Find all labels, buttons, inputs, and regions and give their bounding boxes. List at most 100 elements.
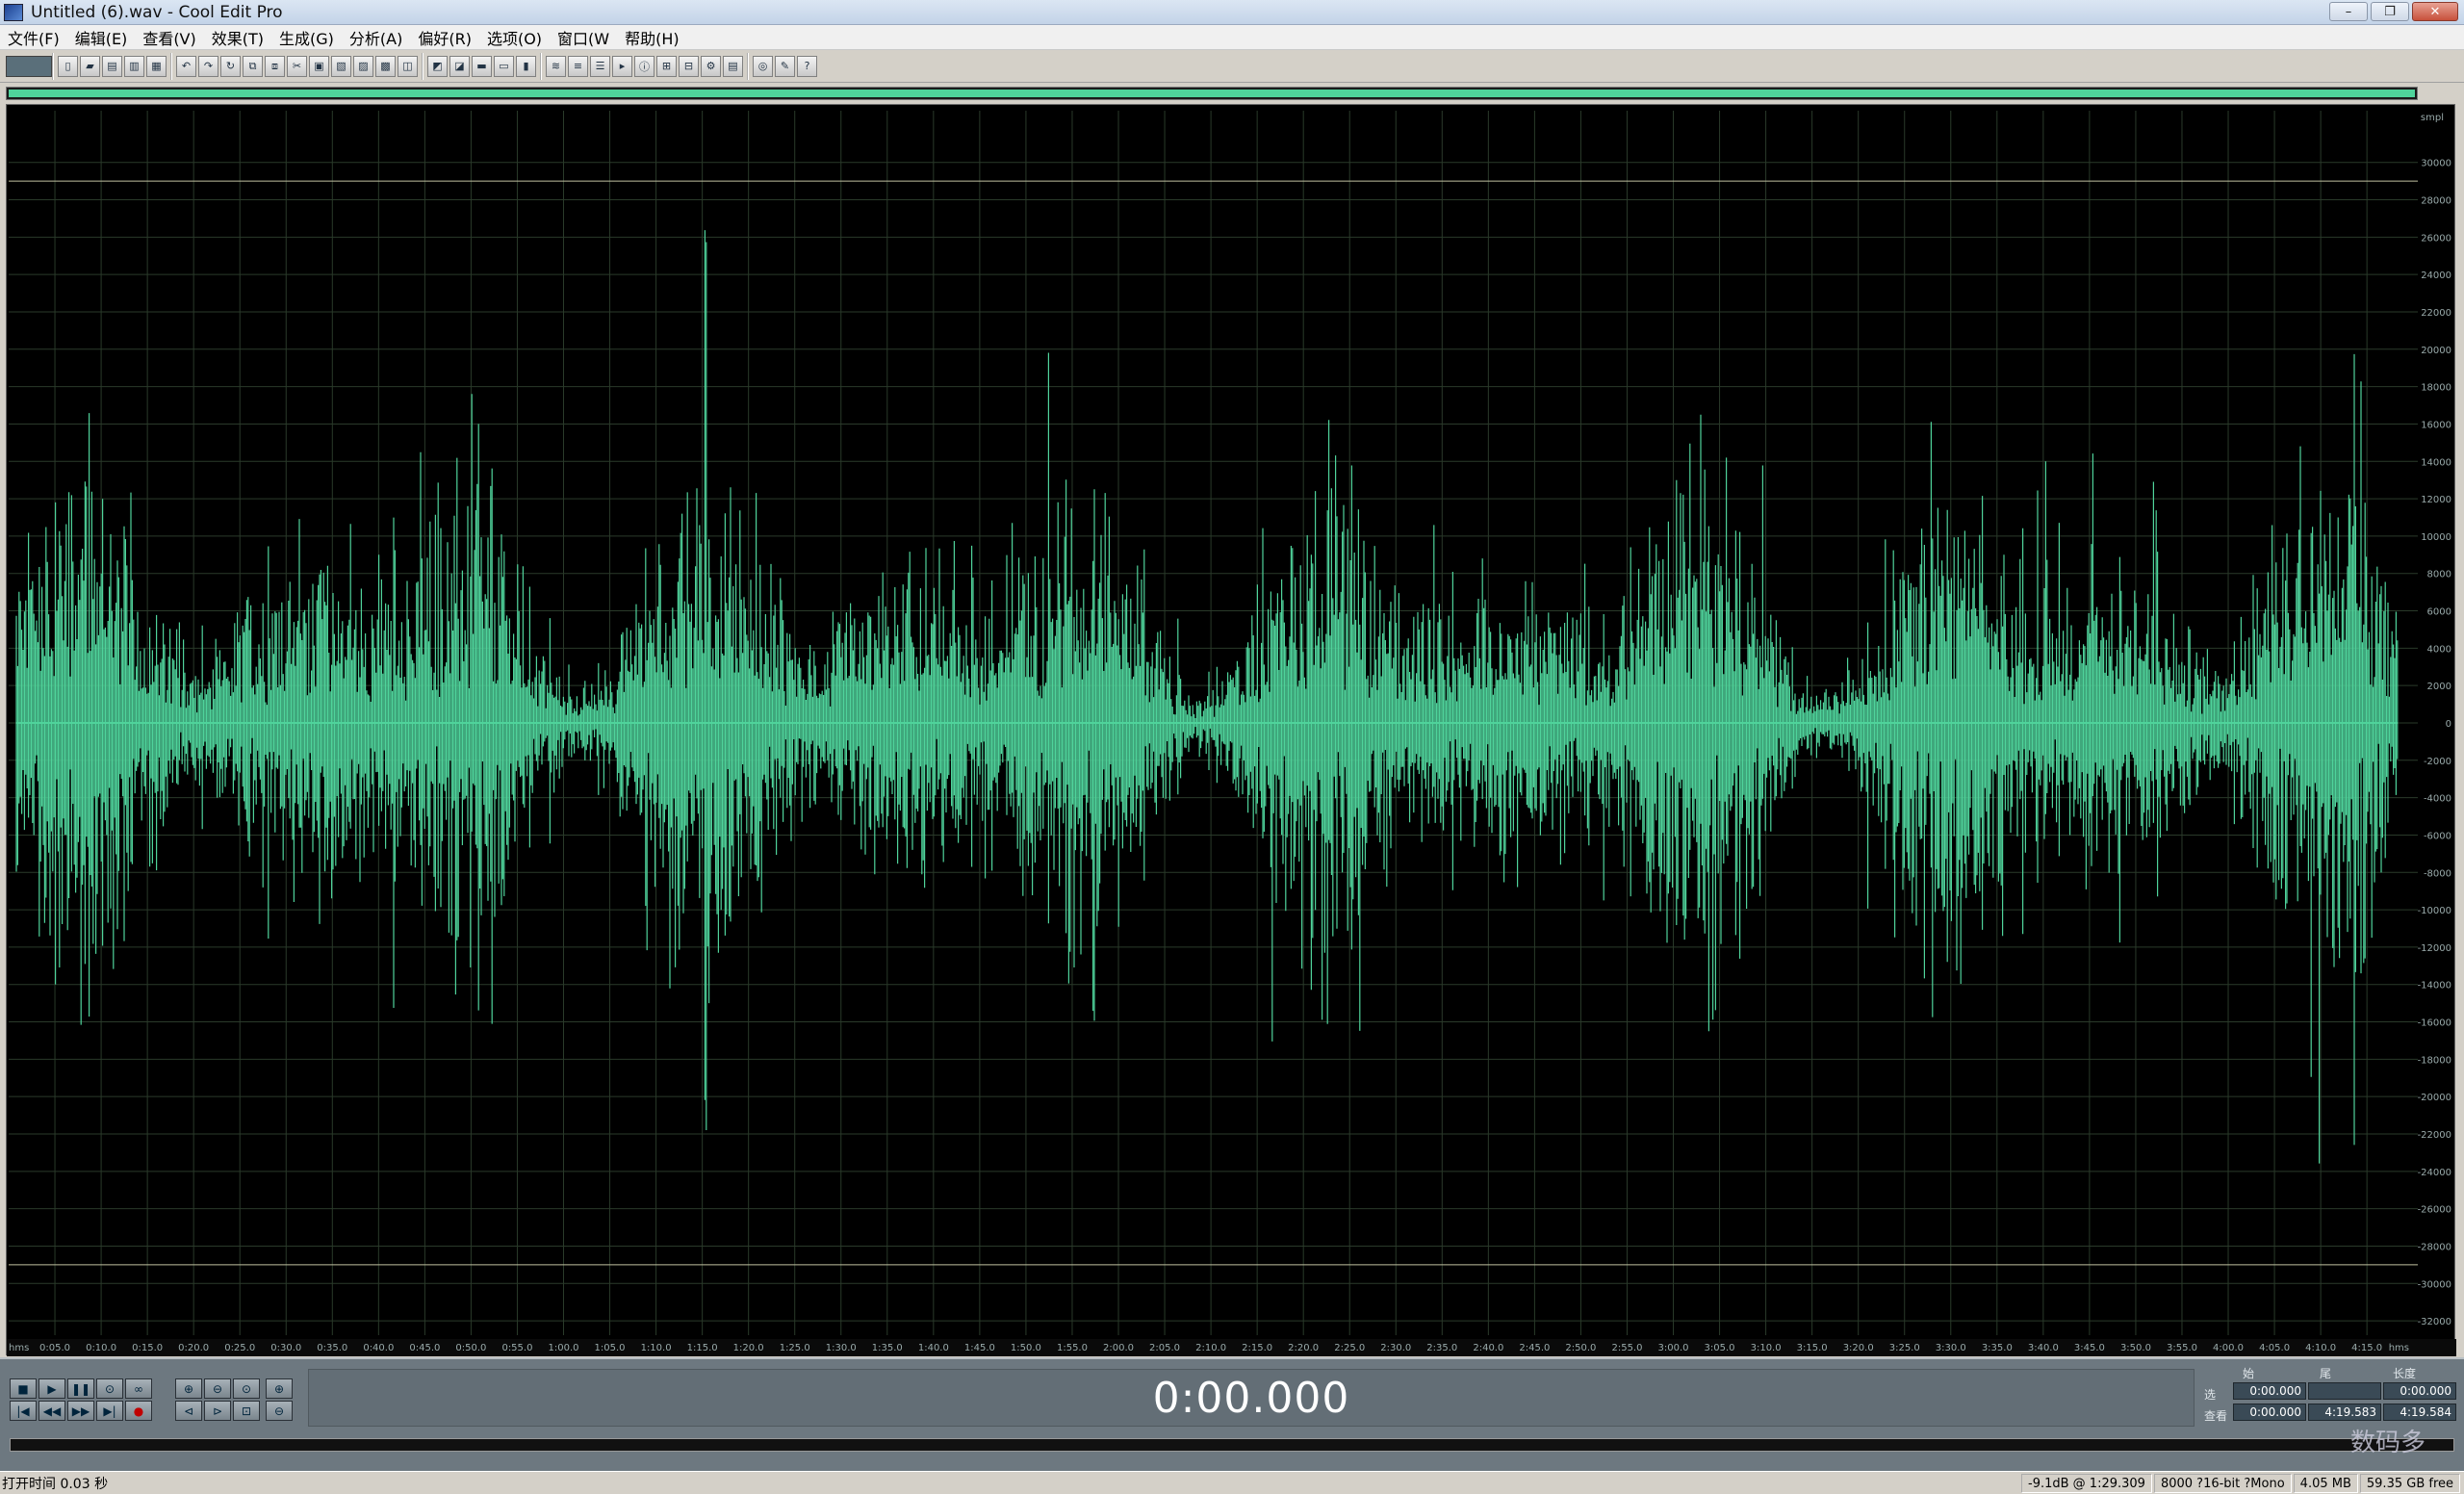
record-button[interactable]: ● — [125, 1401, 152, 1421]
rewind-button[interactable]: ◀◀ — [38, 1401, 65, 1421]
amplitude-tick-label: 18000 — [2421, 383, 2451, 394]
fade-icon[interactable]: ◪ — [449, 55, 470, 77]
vertical-zoom-in-icon[interactable]: ⊕ — [266, 1378, 293, 1399]
time-tick-label: 3:20.0 — [1843, 1343, 1874, 1353]
fast-forward-button[interactable]: ▶▶ — [67, 1401, 94, 1421]
open-file-icon[interactable]: ▰ — [80, 55, 100, 77]
time-tick-label: 4:15.0 — [2351, 1343, 2382, 1353]
selection-end-field[interactable] — [2308, 1382, 2381, 1400]
normalize-icon[interactable]: ▬ — [472, 55, 492, 77]
overview-range[interactable] — [9, 90, 2415, 97]
play-button[interactable]: ▶ — [38, 1378, 65, 1399]
start-header: 始 — [2243, 1367, 2255, 1380]
time-tick-label: 0:30.0 — [270, 1343, 301, 1353]
stop-button[interactable]: ■ — [10, 1378, 37, 1399]
mix-paste-icon[interactable]: ▨ — [353, 55, 373, 77]
multitrack-toggle-button[interactable] — [6, 55, 52, 77]
view-start-field[interactable]: 0:00.000 — [2233, 1404, 2306, 1421]
go-start-button[interactable]: |◀ — [10, 1401, 37, 1421]
view-length-field[interactable]: 4:19.584 — [2383, 1404, 2456, 1421]
title-bar[interactable]: Untitled (6).wav - Cool Edit Pro – ❐ ✕ — [0, 0, 2464, 25]
menu-options[interactable]: 选项(O) — [479, 26, 550, 49]
amplitude-tick-label: 28000 — [2421, 196, 2451, 207]
trim-icon[interactable]: ▩ — [375, 55, 396, 77]
menu-edit[interactable]: 编辑(E) — [67, 26, 136, 49]
amplitude-tick-label: 20000 — [2421, 346, 2451, 356]
zoom-selection-icon[interactable]: ⊡ — [233, 1401, 260, 1421]
statistics-icon[interactable]: ⊟ — [679, 55, 699, 77]
time-tick-label: 0:55.0 — [501, 1343, 532, 1353]
amplitude-tick-label: -24000 — [2418, 1168, 2451, 1178]
loop-button[interactable]: ∞ — [125, 1378, 152, 1399]
amplify-icon[interactable]: ▭ — [494, 55, 514, 77]
view-end-field[interactable]: 4:19.583 — [2308, 1404, 2381, 1421]
status-size: 4.05 MB — [2293, 1474, 2358, 1493]
save-icon[interactable]: ▤ — [102, 55, 122, 77]
help-icon[interactable]: ? — [797, 55, 817, 77]
app-icon[interactable] — [4, 3, 23, 21]
pause-button[interactable]: ❚❚ — [67, 1378, 94, 1399]
frequency-icon[interactable]: ⊞ — [656, 55, 677, 77]
vertical-zoom-out-icon[interactable]: ⊖ — [266, 1401, 293, 1421]
record-settings-icon[interactable]: ✎ — [775, 55, 795, 77]
transport-panel: ■ ▶ ❚❚ ⊙ ∞ |◀ ◀◀ ▶▶ ▶| ● ⊕ ⊖ ⊙ ⊲ ⊳ ⊡ ⊕ ⊖… — [0, 1357, 2464, 1471]
play-to-end-button[interactable]: ⊙ — [96, 1378, 123, 1399]
menu-view[interactable]: 查看(V) — [135, 26, 203, 49]
zoom-in-icon[interactable]: ⊕ — [175, 1378, 202, 1399]
cut-icon[interactable]: ✂ — [287, 55, 307, 77]
save-as-icon[interactable]: ▥ — [124, 55, 144, 77]
time-tick-label: 1:05.0 — [595, 1343, 626, 1353]
settings-icon[interactable]: ⚙ — [701, 55, 721, 77]
minimize-button[interactable]: – — [2329, 2, 2368, 21]
copy-new-icon[interactable]: ⧈ — [265, 55, 285, 77]
menu-help[interactable]: 帮助(H) — [617, 26, 687, 49]
new-file-icon[interactable]: ▯ — [58, 55, 78, 77]
device-icon[interactable]: ▤ — [723, 55, 743, 77]
amplitude-tick-label: -14000 — [2418, 981, 2451, 992]
menu-bar: 文件(F) 编辑(E) 查看(V) 效果(T) 生成(G) 分析(A) 偏好(R… — [0, 25, 2464, 50]
zoom-out-icon[interactable]: ⊖ — [204, 1378, 231, 1399]
selection-length-field[interactable]: 0:00.000 — [2383, 1382, 2456, 1400]
redo-icon[interactable]: ↷ — [198, 55, 218, 77]
transport-controls: ■ ▶ ❚❚ ⊙ ∞ |◀ ◀◀ ▶▶ ▶| ● — [10, 1378, 152, 1421]
view-row-label: 查看 — [2204, 1409, 2228, 1423]
cd-icon[interactable]: ◎ — [753, 55, 773, 77]
zoom-left-icon[interactable]: ⊲ — [175, 1401, 202, 1421]
overview-bar[interactable] — [6, 87, 2418, 100]
menu-effects[interactable]: 效果(T) — [204, 26, 271, 49]
amplitude-tick-label: 4000 — [2427, 644, 2451, 655]
amplitude-tick-label: -4000 — [2424, 794, 2451, 805]
waveform-display[interactable]: smpl 30000 28000 26000 24000 22000 20000 18000 1… — [6, 104, 2456, 1356]
amplitude-tick-label: 10000 — [2421, 532, 2451, 543]
selection-start-field[interactable]: 0:00.000 — [2233, 1382, 2306, 1400]
repeat-icon[interactable]: ↻ — [220, 55, 241, 77]
time-tick-label: 2:15.0 — [1242, 1343, 1272, 1353]
menu-file[interactable]: 文件(F) — [0, 26, 67, 49]
go-end-button[interactable]: ▶| — [96, 1401, 123, 1421]
silence-icon[interactable]: ◫ — [398, 55, 418, 77]
close-file-icon[interactable]: ▦ — [146, 55, 167, 77]
cue-list-icon[interactable]: ☰ — [590, 55, 610, 77]
menu-favorites[interactable]: 偏好(R) — [410, 26, 479, 49]
undo-icon[interactable]: ↶ — [176, 55, 196, 77]
spectral-view-icon[interactable]: ≡ — [568, 55, 588, 77]
paste-new-icon[interactable]: ▧ — [331, 55, 351, 77]
time-tick-label: 2:30.0 — [1380, 1343, 1411, 1353]
close-button[interactable]: ✕ — [2412, 2, 2458, 21]
paste-icon[interactable]: ▣ — [309, 55, 329, 77]
envelope-icon[interactable]: ◩ — [427, 55, 448, 77]
zoom-right-icon[interactable]: ⊳ — [204, 1401, 231, 1421]
copy-icon[interactable]: ⧉ — [243, 55, 263, 77]
menu-window[interactable]: 窗口(W — [550, 26, 617, 49]
waveform-trace[interactable] — [15, 230, 2399, 1164]
info-icon[interactable]: ⓘ — [634, 55, 654, 77]
maximize-button[interactable]: ❐ — [2371, 2, 2409, 21]
waveform-view-icon[interactable]: ≋ — [546, 55, 566, 77]
play-list-icon[interactable]: ▸ — [612, 55, 632, 77]
menu-generate[interactable]: 生成(G) — [271, 26, 342, 49]
waveform-svg[interactable]: smpl300002800026000240002200020000180001… — [7, 105, 2456, 1356]
menu-analyze[interactable]: 分析(A) — [342, 26, 410, 49]
filter-icon[interactable]: ▮ — [516, 55, 536, 77]
amplitude-tick-label: -18000 — [2418, 1055, 2451, 1066]
zoom-full-icon[interactable]: ⊙ — [233, 1378, 260, 1399]
